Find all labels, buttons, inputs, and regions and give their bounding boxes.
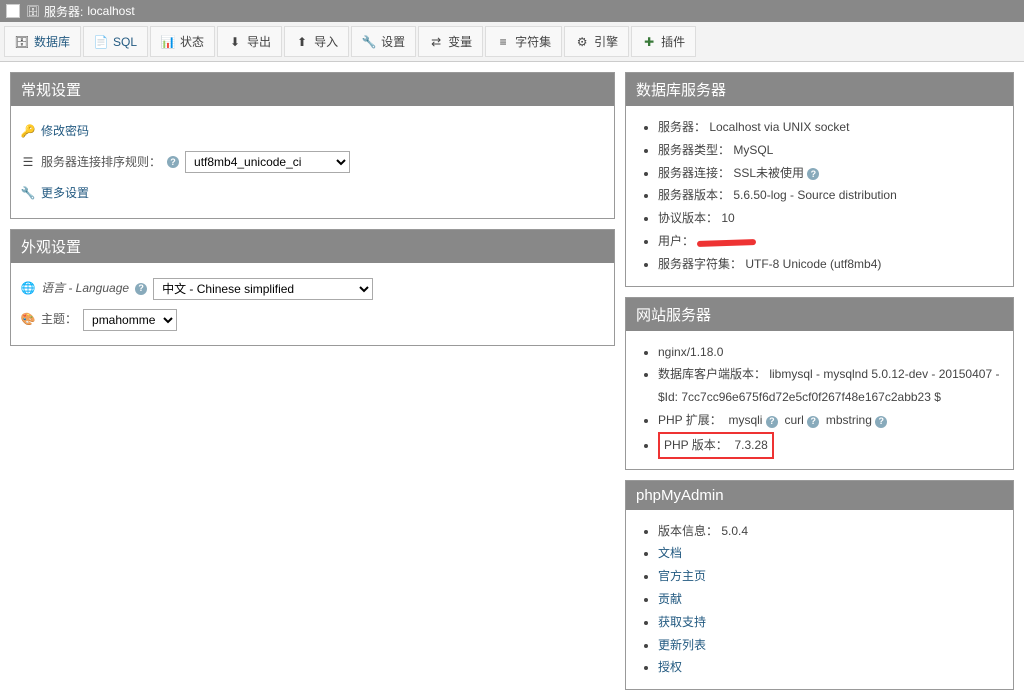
tab-engines[interactable]: ⚙ 引擎 — [564, 26, 629, 57]
tab-label: 字符集 — [515, 33, 551, 50]
panel-title: 数据库服务器 — [626, 73, 1013, 106]
language-select[interactable]: 中文 - Chinese simplified — [153, 278, 373, 300]
engines-icon: ⚙ — [575, 35, 589, 49]
import-icon: ⬆ — [295, 35, 309, 49]
database-icon: 🗄 — [15, 35, 29, 49]
panel-phpmyadmin: phpMyAdmin 版本信息： 5.0.4 文档 官方主页 贡献 获取支持 更… — [625, 480, 1014, 691]
tab-label: 引擎 — [594, 33, 618, 50]
support-link[interactable]: 获取支持 — [658, 615, 706, 629]
tab-label: 设置 — [381, 33, 405, 50]
list-item: 协议版本： 10 — [658, 207, 1003, 230]
php-version-highlight: PHP 版本： 7.3.28 — [658, 432, 774, 459]
collation-label: 服务器连接排序规则： — [41, 151, 161, 174]
list-item: 贡献 — [658, 588, 1003, 611]
list-item: 服务器版本： 5.6.50-log - Source distribution — [658, 184, 1003, 207]
panel-web-server: 网站服务器 nginx/1.18.0 数据库客户端版本： libmysql - … — [625, 297, 1014, 470]
list-item: 更新列表 — [658, 634, 1003, 657]
status-icon: 📊 — [161, 35, 175, 49]
list-item: 数据库客户端版本： libmysql - mysqlnd 5.0.12-dev … — [658, 363, 1003, 409]
help-icon[interactable]: ? — [766, 416, 778, 428]
changelog-link[interactable]: 更新列表 — [658, 638, 706, 652]
collation-select[interactable]: utf8mb4_unicode_ci — [185, 151, 350, 173]
panel-title: 常规设置 — [11, 73, 614, 106]
list-item: 获取支持 — [658, 611, 1003, 634]
tab-charsets[interactable]: ≡ 字符集 — [485, 26, 562, 57]
more-settings-link[interactable]: 更多设置 — [41, 182, 89, 205]
change-password-link[interactable]: 修改密码 — [41, 120, 89, 143]
tab-settings[interactable]: 🔧 设置 — [351, 26, 416, 57]
tab-import[interactable]: ⬆ 导入 — [284, 26, 349, 57]
window-titlebar: 🗄 服务器: localhost — [0, 0, 1024, 22]
panel-database-server: 数据库服务器 服务器： Localhost via UNIX socket 服务… — [625, 72, 1014, 287]
list-item: 服务器类型： MySQL — [658, 139, 1003, 162]
tab-label: 状态 — [180, 33, 204, 50]
tab-sql[interactable]: 📄 SQL — [83, 26, 148, 57]
tab-status[interactable]: 📊 状态 — [150, 26, 215, 57]
theme-select[interactable]: pmahomme — [83, 309, 177, 331]
theme-icon: 🎨 — [21, 313, 35, 327]
help-icon[interactable]: ? — [167, 156, 179, 168]
wrench-icon: 🔧 — [21, 186, 35, 200]
server-icon: 🗄 — [26, 5, 40, 18]
panel-title: 网站服务器 — [626, 298, 1013, 331]
theme-label: 主题： — [41, 308, 77, 331]
tab-variables[interactable]: ⇄ 变量 — [418, 26, 483, 57]
list-item: 用户： — [658, 230, 1003, 253]
tab-label: 导入 — [314, 33, 338, 50]
main-toolbar: 🗄 数据库 📄 SQL 📊 状态 ⬇ 导出 ⬆ 导入 🔧 设置 ⇄ 变量 ≡ 字符集 ⚙ 引擎 ✚… — [0, 22, 1024, 62]
tab-label: 变量 — [448, 33, 472, 50]
list-item: 版本信息： 5.0.4 — [658, 520, 1003, 543]
tab-databases[interactable]: 🗄 数据库 — [4, 26, 81, 57]
list-item: 服务器： Localhost via UNIX socket — [658, 116, 1003, 139]
plugins-icon: ✚ — [642, 35, 656, 49]
language-label: 语言 - Language — [41, 277, 129, 300]
server-name: localhost — [87, 4, 134, 18]
homepage-link[interactable]: 官方主页 — [658, 569, 706, 583]
panel-general-settings: 常规设置 🔑 修改密码 ☰ 服务器连接排序规则： ? utf8mb4_unico… — [10, 72, 615, 219]
help-icon[interactable]: ? — [875, 416, 887, 428]
tab-export[interactable]: ⬇ 导出 — [217, 26, 282, 57]
redacted-user — [697, 230, 756, 253]
list-item: PHP 扩展： mysqli ? curl ? mbstring ? — [658, 409, 1003, 432]
charsets-icon: ≡ — [496, 35, 510, 49]
window-menu-icon[interactable] — [6, 4, 20, 18]
breadcrumb: 🗄 服务器: localhost — [26, 3, 135, 20]
help-icon[interactable]: ? — [807, 168, 819, 180]
tab-label: SQL — [113, 35, 137, 49]
list-item-php-version: PHP 版本： 7.3.28 — [658, 432, 1003, 459]
settings-icon: 🔧 — [362, 35, 376, 49]
sql-icon: 📄 — [94, 35, 108, 49]
export-icon: ⬇ — [228, 35, 242, 49]
variables-icon: ⇄ — [429, 35, 443, 49]
panel-appearance-settings: 外观设置 🌐 语言 - Language ? 中文 - Chinese simp… — [10, 229, 615, 346]
globe-icon: 🌐 — [21, 282, 35, 296]
help-icon[interactable]: ? — [807, 416, 819, 428]
tab-label: 插件 — [661, 33, 685, 50]
list-item: 官方主页 — [658, 565, 1003, 588]
tab-plugins[interactable]: ✚ 插件 — [631, 26, 696, 57]
server-prefix: 服务器: — [44, 3, 83, 20]
help-icon[interactable]: ? — [135, 283, 147, 295]
panel-title: 外观设置 — [11, 230, 614, 263]
list-item: nginx/1.18.0 — [658, 341, 1003, 364]
docs-link[interactable]: 文档 — [658, 546, 682, 560]
contribute-link[interactable]: 贡献 — [658, 592, 682, 606]
list-icon: ☰ — [21, 155, 35, 169]
tab-label: 导出 — [247, 33, 271, 50]
list-item: 服务器字符集： UTF-8 Unicode (utf8mb4) — [658, 253, 1003, 276]
license-link[interactable]: 授权 — [658, 660, 682, 674]
key-icon: 🔑 — [21, 124, 35, 138]
tab-label: 数据库 — [34, 33, 70, 50]
list-item: 文档 — [658, 542, 1003, 565]
panel-title: phpMyAdmin — [626, 481, 1013, 510]
list-item: 服务器连接： SSL未被使用 ? — [658, 162, 1003, 185]
list-item: 授权 — [658, 656, 1003, 679]
